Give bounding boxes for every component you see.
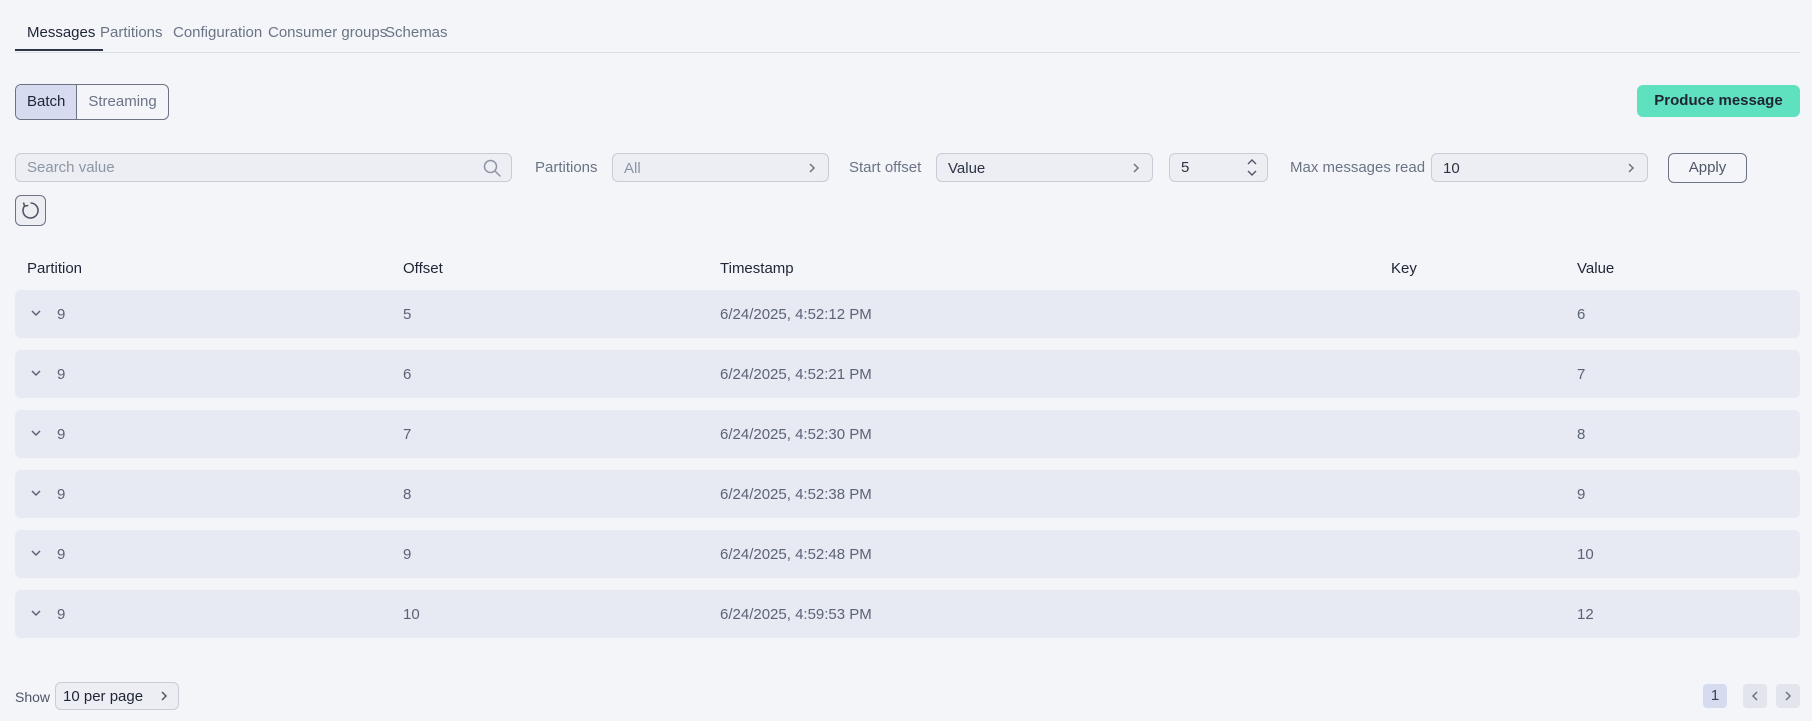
- start-offset-select[interactable]: Value: [936, 153, 1153, 182]
- next-page-button[interactable]: [1776, 684, 1800, 708]
- chevron-right-icon: [1785, 691, 1792, 701]
- tab-bar: Messages Partitions Configuration Consum…: [15, 0, 1800, 53]
- table-row[interactable]: 9 9 6/24/2025, 4:52:48 PM 10: [15, 530, 1800, 578]
- partition-cell: 9: [57, 486, 66, 503]
- partition-cell: 9: [57, 366, 66, 383]
- table-row[interactable]: 9 10 6/24/2025, 4:59:53 PM 12: [15, 590, 1800, 638]
- tab-schemas[interactable]: Schemas: [385, 24, 448, 41]
- mode-toggle: Batch Streaming: [15, 84, 169, 120]
- offset-cell: 10: [403, 606, 420, 623]
- per-page-select[interactable]: 10 per page: [55, 682, 179, 710]
- table-row[interactable]: 9 8 6/24/2025, 4:52:38 PM 9: [15, 470, 1800, 518]
- partitions-label: Partitions: [535, 159, 598, 176]
- chevron-down-icon[interactable]: [30, 429, 42, 438]
- offset-cell: 6: [403, 366, 412, 383]
- partition-cell: 9: [57, 426, 66, 443]
- offset-cell: 9: [403, 546, 412, 563]
- chevron-down-icon[interactable]: [30, 609, 42, 618]
- offset-cell: 5: [403, 306, 412, 323]
- search-input[interactable]: [27, 154, 467, 181]
- offset-stepper: [1169, 153, 1268, 182]
- timestamp-cell: 6/24/2025, 4:52:12 PM: [720, 306, 872, 323]
- timestamp-cell: 6/24/2025, 4:59:53 PM: [720, 606, 872, 623]
- offset-cell: 8: [403, 486, 412, 503]
- table-row[interactable]: 9 6 6/24/2025, 4:52:21 PM 7: [15, 350, 1800, 398]
- column-header-timestamp: Timestamp: [720, 260, 794, 277]
- chevron-right-icon: [1133, 163, 1140, 173]
- tab-messages[interactable]: Messages: [27, 24, 95, 41]
- offset-number-input[interactable]: [1181, 154, 1241, 181]
- start-offset-select-value: Value: [948, 160, 986, 177]
- start-offset-label: Start offset: [849, 159, 922, 176]
- chevron-up-icon[interactable]: [1246, 157, 1258, 166]
- per-page-value: 10 per page: [63, 688, 144, 705]
- offset-cell: 7: [403, 426, 412, 443]
- partition-cell: 9: [57, 546, 66, 563]
- tab-consumer-groups[interactable]: Consumer groups: [268, 24, 387, 41]
- value-cell: 7: [1577, 366, 1586, 383]
- refresh-icon: [22, 202, 39, 219]
- search-icon[interactable]: [483, 159, 501, 177]
- chevron-down-icon[interactable]: [30, 369, 42, 378]
- table-row[interactable]: 9 7 6/24/2025, 4:52:30 PM 8: [15, 410, 1800, 458]
- value-cell: 12: [1577, 606, 1594, 623]
- active-tab-indicator: [15, 49, 103, 51]
- apply-button[interactable]: Apply: [1668, 153, 1747, 183]
- chevron-down-icon[interactable]: [30, 309, 42, 318]
- previous-page-button[interactable]: [1743, 684, 1767, 708]
- value-cell: 6: [1577, 306, 1586, 323]
- chevron-right-icon: [809, 163, 816, 173]
- search-box: [15, 153, 512, 182]
- chevron-left-icon: [1751, 691, 1758, 701]
- show-label: Show: [15, 689, 51, 705]
- refresh-button[interactable]: [15, 195, 46, 226]
- column-header-key: Key: [1391, 260, 1417, 277]
- table-row[interactable]: 9 5 6/24/2025, 4:52:12 PM 6: [15, 290, 1800, 338]
- produce-message-button[interactable]: Produce message: [1637, 85, 1800, 117]
- chevron-right-icon: [1628, 163, 1635, 173]
- value-cell: 10: [1577, 546, 1594, 563]
- timestamp-cell: 6/24/2025, 4:52:48 PM: [720, 546, 872, 563]
- timestamp-cell: 6/24/2025, 4:52:21 PM: [720, 366, 872, 383]
- chevron-right-icon: [161, 691, 168, 701]
- tab-partitions[interactable]: Partitions: [100, 24, 163, 41]
- column-header-offset: Offset: [403, 260, 443, 277]
- partition-cell: 9: [57, 306, 66, 323]
- max-messages-label: Max messages read: [1290, 159, 1426, 176]
- value-cell: 8: [1577, 426, 1586, 443]
- chevron-down-icon[interactable]: [30, 549, 42, 558]
- chevron-down-icon[interactable]: [30, 489, 42, 498]
- streaming-mode-button[interactable]: Streaming: [77, 85, 167, 119]
- column-header-value: Value: [1577, 260, 1615, 277]
- partitions-select-value: All: [624, 160, 641, 177]
- timestamp-cell: 6/24/2025, 4:52:30 PM: [720, 426, 872, 443]
- value-cell: 9: [1577, 486, 1586, 503]
- batch-mode-button[interactable]: Batch: [16, 85, 78, 119]
- column-header-partition: Partition: [27, 260, 83, 277]
- tab-configuration[interactable]: Configuration: [173, 24, 262, 41]
- chevron-down-icon[interactable]: [1246, 169, 1258, 178]
- max-messages-select[interactable]: 10: [1431, 153, 1648, 182]
- max-messages-select-value: 10: [1443, 160, 1460, 177]
- partitions-select[interactable]: All: [612, 153, 829, 182]
- partition-cell: 9: [57, 606, 66, 623]
- page-1-button[interactable]: 1: [1703, 684, 1727, 708]
- timestamp-cell: 6/24/2025, 4:52:38 PM: [720, 486, 872, 503]
